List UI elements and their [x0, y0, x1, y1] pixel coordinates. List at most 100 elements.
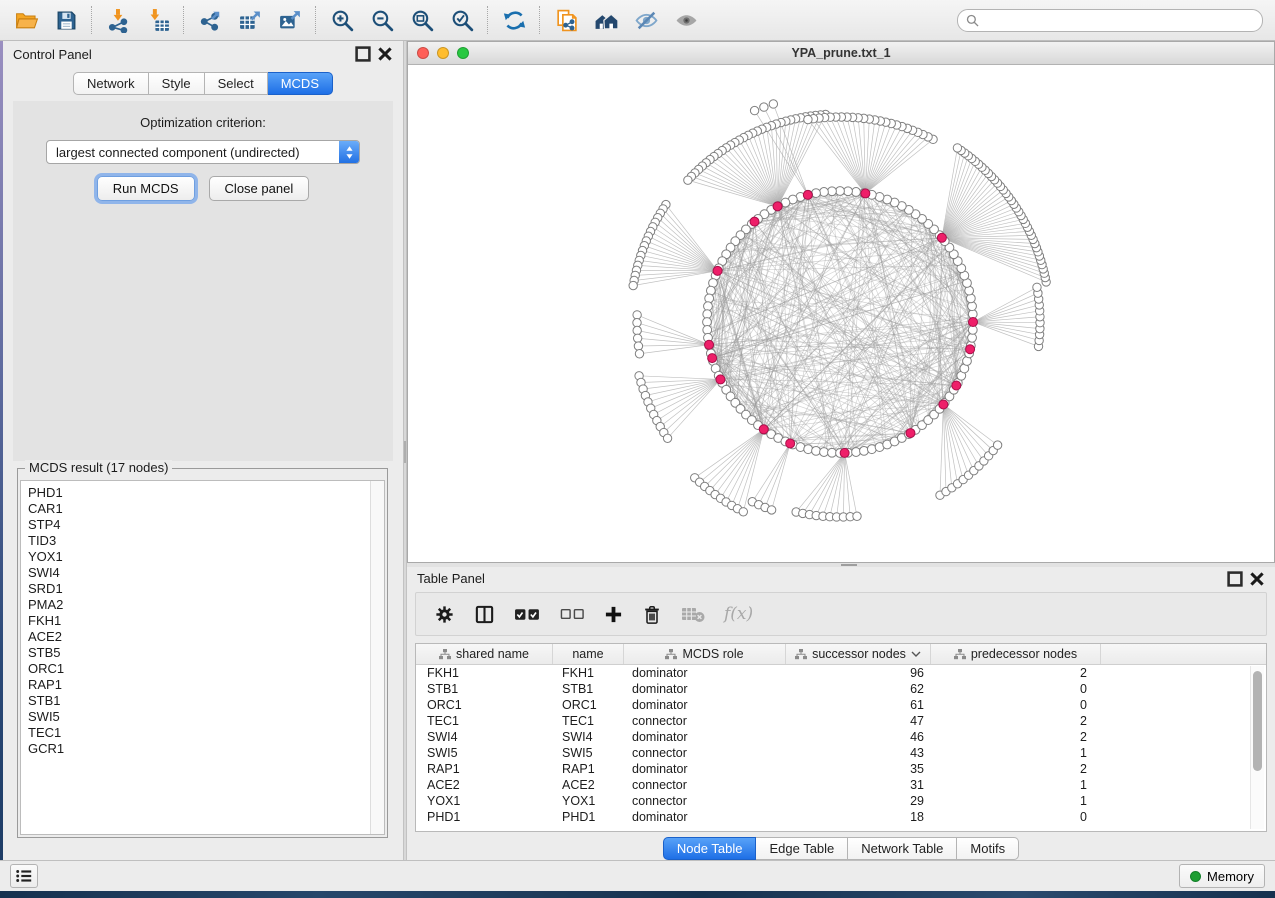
- save-session-button[interactable]: [46, 4, 86, 36]
- cell-successor-nodes[interactable]: 46: [786, 730, 931, 744]
- cell-MCDS-role[interactable]: connector: [624, 778, 786, 792]
- table-row[interactable]: ACE2ACE2connector311: [416, 777, 1266, 793]
- cell-predecessor-nodes[interactable]: 2: [931, 762, 1101, 776]
- mcds-result-item[interactable]: ACE2: [28, 629, 384, 645]
- cell-successor-nodes[interactable]: 29: [786, 794, 931, 808]
- cell-successor-nodes[interactable]: 43: [786, 746, 931, 760]
- export-table-button[interactable]: [230, 4, 270, 36]
- cell-MCDS-role[interactable]: connector: [624, 746, 786, 760]
- zoom-in-button[interactable]: [322, 4, 362, 36]
- cell-shared-name[interactable]: ORC1: [416, 698, 553, 712]
- column-header-shared-name[interactable]: shared name: [416, 644, 553, 664]
- table-scrollbar[interactable]: [1250, 666, 1264, 829]
- cell-MCDS-role[interactable]: connector: [624, 794, 786, 808]
- mcds-result-item[interactable]: STB5: [28, 645, 384, 661]
- cell-shared-name[interactable]: PHD1: [416, 810, 553, 824]
- table-row[interactable]: YOX1YOX1connector291: [416, 793, 1266, 809]
- import-network-button[interactable]: [98, 4, 138, 36]
- select-all-button[interactable]: [514, 605, 541, 624]
- table-scrollbar-thumb[interactable]: [1253, 671, 1262, 771]
- mcds-result-item[interactable]: FKH1: [28, 613, 384, 629]
- deselect-all-button[interactable]: [560, 605, 585, 623]
- cell-successor-nodes[interactable]: 62: [786, 682, 931, 696]
- task-history-button[interactable]: [10, 864, 38, 888]
- cell-name[interactable]: STB1: [553, 682, 624, 696]
- cell-predecessor-nodes[interactable]: 1: [931, 746, 1101, 760]
- cell-successor-nodes[interactable]: 18: [786, 810, 931, 824]
- tab-select[interactable]: Select: [205, 72, 268, 95]
- hide-selected-button[interactable]: [626, 4, 666, 36]
- cell-MCDS-role[interactable]: dominator: [624, 666, 786, 680]
- cell-name[interactable]: RAP1: [553, 762, 624, 776]
- duplicate-network-button[interactable]: [546, 4, 586, 36]
- cell-predecessor-nodes[interactable]: 0: [931, 682, 1101, 696]
- delete-table-button[interactable]: [681, 605, 705, 623]
- cell-successor-nodes[interactable]: 35: [786, 762, 931, 776]
- cell-MCDS-role[interactable]: dominator: [624, 810, 786, 824]
- close-panel-action-button[interactable]: Close panel: [209, 176, 310, 201]
- cell-predecessor-nodes[interactable]: 1: [931, 794, 1101, 808]
- cell-shared-name[interactable]: SWI5: [416, 746, 553, 760]
- cell-shared-name[interactable]: TEC1: [416, 714, 553, 728]
- tab-network[interactable]: Network: [73, 72, 149, 95]
- mcds-result-item[interactable]: CAR1: [28, 501, 384, 517]
- mcds-result-item[interactable]: SRD1: [28, 581, 384, 597]
- cell-predecessor-nodes[interactable]: 0: [931, 810, 1101, 824]
- cell-predecessor-nodes[interactable]: 2: [931, 666, 1101, 680]
- tab-motifs[interactable]: Motifs: [957, 837, 1019, 860]
- cell-MCDS-role[interactable]: connector: [624, 714, 786, 728]
- cell-name[interactable]: YOX1: [553, 794, 624, 808]
- column-header-predecessor-nodes[interactable]: predecessor nodes: [931, 644, 1101, 664]
- run-mcds-button[interactable]: Run MCDS: [97, 176, 195, 201]
- mcds-result-item[interactable]: SWI4: [28, 565, 384, 581]
- delete-column-button[interactable]: [642, 604, 662, 625]
- mcds-result-item[interactable]: RAP1: [28, 677, 384, 693]
- close-table-panel-button[interactable]: [1249, 571, 1265, 587]
- tab-edge-table[interactable]: Edge Table: [756, 837, 848, 860]
- export-image-button[interactable]: [270, 4, 310, 36]
- import-table-button[interactable]: [138, 4, 178, 36]
- float-panel-button[interactable]: [355, 46, 371, 62]
- zoom-selected-button[interactable]: [442, 4, 482, 36]
- column-header-successor-nodes[interactable]: successor nodes: [786, 644, 931, 664]
- mcds-result-list[interactable]: PHD1CAR1STP4TID3YOX1SWI4SRD1PMA2FKH1ACE2…: [20, 480, 385, 835]
- cell-name[interactable]: SWI4: [553, 730, 624, 744]
- network-window-titlebar[interactable]: YPA_prune.txt_1: [408, 42, 1274, 65]
- network-canvas[interactable]: [408, 65, 1274, 562]
- table-row[interactable]: FKH1FKH1dominator962: [416, 665, 1266, 681]
- table-row[interactable]: RAP1RAP1dominator352: [416, 761, 1266, 777]
- table-row[interactable]: ORC1ORC1dominator610: [416, 697, 1266, 713]
- cell-name[interactable]: TEC1: [553, 714, 624, 728]
- mcds-result-item[interactable]: YOX1: [28, 549, 384, 565]
- tab-mcds[interactable]: MCDS: [268, 72, 333, 95]
- cell-predecessor-nodes[interactable]: 2: [931, 714, 1101, 728]
- cell-successor-nodes[interactable]: 47: [786, 714, 931, 728]
- cell-shared-name[interactable]: STB1: [416, 682, 553, 696]
- float-table-panel-button[interactable]: [1227, 571, 1243, 587]
- cell-predecessor-nodes[interactable]: 1: [931, 778, 1101, 792]
- zoom-out-button[interactable]: [362, 4, 402, 36]
- table-row[interactable]: STB1STB1dominator620: [416, 681, 1266, 697]
- cell-name[interactable]: ACE2: [553, 778, 624, 792]
- table-row[interactable]: SWI5SWI5connector431: [416, 745, 1266, 761]
- cell-successor-nodes[interactable]: 31: [786, 778, 931, 792]
- mcds-result-item[interactable]: TEC1: [28, 725, 384, 741]
- cell-name[interactable]: SWI5: [553, 746, 624, 760]
- first-neighbors-button[interactable]: [586, 4, 626, 36]
- search-box[interactable]: [957, 9, 1263, 32]
- search-input[interactable]: [984, 12, 1254, 28]
- export-network-button[interactable]: [190, 4, 230, 36]
- vertical-splitter[interactable]: [403, 41, 407, 860]
- mcds-result-item[interactable]: PMA2: [28, 597, 384, 613]
- cell-predecessor-nodes[interactable]: 0: [931, 698, 1101, 712]
- optimization-criterion-select[interactable]: largest connected component (undirected): [46, 140, 360, 164]
- memory-button[interactable]: Memory: [1179, 864, 1265, 888]
- mcds-result-item[interactable]: STB1: [28, 693, 384, 709]
- cell-name[interactable]: ORC1: [553, 698, 624, 712]
- show-all-button[interactable]: [666, 4, 706, 36]
- cell-name[interactable]: PHD1: [553, 810, 624, 824]
- mcds-result-item[interactable]: PHD1: [28, 485, 384, 501]
- cell-MCDS-role[interactable]: dominator: [624, 682, 786, 696]
- cell-shared-name[interactable]: YOX1: [416, 794, 553, 808]
- refresh-button[interactable]: [494, 4, 534, 36]
